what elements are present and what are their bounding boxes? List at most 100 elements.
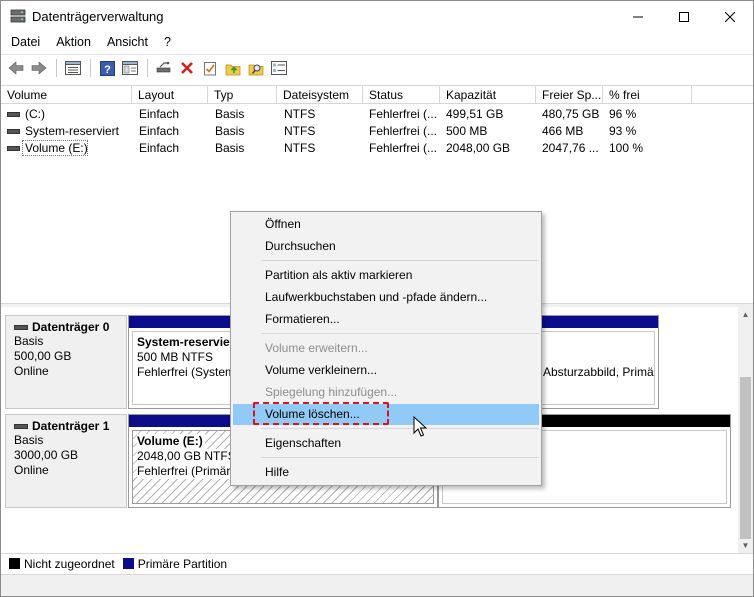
menu-item-durchsuchen[interactable]: Durchsuchen — [233, 236, 539, 257]
disk-label-1[interactable]: Datenträger 1 Basis 3000,00 GB Online — [5, 414, 127, 508]
toolbar: ? — [1, 54, 753, 81]
svg-text:?: ? — [104, 64, 111, 76]
minimize-icon — [633, 16, 643, 17]
menu-datei[interactable]: Datei — [1, 32, 48, 53]
annotation-highlight-box — [253, 402, 389, 425]
properties-list-icon — [65, 61, 81, 75]
menu-separator — [261, 333, 539, 334]
view-button[interactable] — [268, 57, 290, 79]
cell-typ: Basis — [215, 107, 245, 121]
disk-name-text: Datenträger 1 — [32, 419, 110, 433]
column-header-typ[interactable]: Typ — [208, 86, 277, 104]
delete-button[interactable] — [176, 57, 198, 79]
cell-dateisystem: NTFS — [284, 141, 316, 155]
help-button[interactable]: ? — [96, 57, 118, 79]
legend: Nicht zugeordnet Primäre Partition — [1, 553, 753, 573]
cell-volume: (C:) — [25, 107, 45, 121]
volume-icon — [7, 129, 20, 134]
legend-swatch-primary — [122, 558, 134, 569]
column-header-dateisystem[interactable]: Dateisystem — [277, 86, 363, 104]
partition-title: Volume (E:) — [137, 434, 205, 449]
scrollbar-thumb[interactable] — [740, 377, 751, 539]
menu-item-spiegelung-hinzufuegen: Spiegelung hinzufügen... — [265, 385, 398, 399]
disk-state: Online — [14, 463, 49, 477]
cell-status: Fehlerfrei (... — [369, 124, 438, 138]
disk-icon — [14, 423, 28, 429]
checklist-button[interactable] — [199, 57, 221, 79]
connect-disk-button[interactable] — [153, 57, 175, 79]
table-row[interactable]: System-reserviert Einfach Basis NTFS Feh… — [1, 123, 753, 140]
disk-size: 500,00 GB — [14, 349, 72, 363]
back-button[interactable] — [5, 57, 27, 79]
mouse-pointer-icon — [413, 416, 427, 437]
search-folder-icon — [248, 64, 264, 75]
cell-prozent-frei: 96 % — [609, 107, 637, 121]
column-header-status[interactable]: Status — [363, 86, 440, 104]
column-header-kapazitaet[interactable]: Kapazität — [440, 86, 536, 104]
cell-typ: Basis — [215, 141, 245, 155]
cell-dateisystem: NTFS — [284, 124, 316, 138]
cell-status: Fehlerfrei (... — [369, 141, 438, 155]
column-header-prozent-frei[interactable]: % frei — [603, 86, 692, 104]
context-menu: Öffnen Durchsuchen Partition als aktiv m… — [230, 211, 542, 486]
title-bar[interactable]: Datenträgerverwaltung — [1, 1, 753, 32]
column-header-layout[interactable]: Layout — [132, 86, 208, 104]
disk-state: Online — [14, 364, 49, 378]
menu-aktion[interactable]: Aktion — [48, 32, 99, 53]
menu-item-volume-verkleinern[interactable]: Volume verkleinern... — [233, 360, 539, 381]
close-button[interactable] — [707, 1, 753, 32]
scroll-up-arrow-icon[interactable]: ▲ — [738, 307, 753, 322]
view-icon — [271, 61, 287, 75]
connect-disk-icon — [156, 61, 171, 73]
cell-freier-speicher: 480,75 GB — [542, 107, 600, 121]
menu-ansicht[interactable]: Ansicht — [99, 32, 156, 53]
column-header-volume[interactable]: Volume — [1, 86, 132, 104]
menu-separator — [261, 260, 539, 261]
cell-prozent-frei: 100 % — [609, 141, 644, 155]
list-header: Volume Layout Typ Dateisystem Status Kap… — [1, 86, 753, 104]
cell-kapazitaet: 2048,00 GB — [446, 141, 511, 155]
cell-freier-speicher: 2047,76 ... — [542, 141, 599, 155]
column-header-freier-speicher[interactable]: Freier Sp... — [536, 86, 603, 104]
help-icon: ? — [99, 60, 115, 76]
vertical-scrollbar[interactable]: ▲ ▼ — [738, 307, 753, 553]
table-row-selected[interactable]: Volume (E:) Einfach Basis NTFS Fehlerfre… — [1, 140, 753, 157]
console-view-button[interactable] — [119, 57, 141, 79]
menu-item-formatieren[interactable]: Formatieren... — [233, 309, 539, 330]
cell-layout: Einfach — [139, 107, 180, 121]
cell-layout: Einfach — [139, 124, 180, 138]
properties-list-button[interactable] — [62, 57, 84, 79]
legend-swatch-unallocated — [9, 558, 20, 569]
disk-size: 3000,00 GB — [14, 448, 79, 462]
menu-item-volume-erweitern: Volume erweitern... — [265, 341, 368, 355]
cell-typ: Basis — [215, 124, 245, 138]
menu-help[interactable]: ? — [156, 32, 179, 53]
menu-item-eigenschaften[interactable]: Eigenschaften — [233, 433, 539, 454]
search-folder-button[interactable] — [245, 57, 267, 79]
partition-status: Absturzabbild, Primä — [543, 365, 654, 379]
toolbar-separator — [56, 59, 57, 77]
menu-separator — [261, 457, 539, 458]
table-row[interactable]: (C:) Einfach Basis NTFS Fehlerfrei (... … — [1, 106, 753, 123]
forward-button[interactable] — [28, 57, 50, 79]
menu-item-oeffnen[interactable]: Öffnen — [233, 214, 539, 235]
maximize-button[interactable] — [661, 1, 707, 32]
disk-name-text: Datenträger 0 — [32, 320, 110, 334]
console-icon — [122, 61, 138, 75]
cell-status: Fehlerfrei (... — [369, 107, 438, 121]
partition-spacer — [543, 335, 654, 365]
cell-volume: System-reserviert — [25, 124, 120, 138]
menu-item-laufwerkbuchstaben[interactable]: Laufwerkbuchstaben und -pfade ändern... — [233, 287, 539, 308]
disk-label-0[interactable]: Datenträger 0 Basis 500,00 GB Online — [5, 315, 127, 409]
toolbar-separator — [90, 59, 91, 77]
menu-item-partition-aktiv[interactable]: Partition als aktiv markieren — [233, 265, 539, 286]
scroll-down-arrow-icon[interactable]: ▼ — [738, 538, 753, 553]
disk-type: Basis — [14, 433, 44, 447]
disk-name: Datenträger 0 — [14, 320, 126, 334]
folder-up-button[interactable] — [222, 57, 244, 79]
menu-item-hilfe[interactable]: Hilfe — [233, 462, 539, 483]
cell-freier-speicher: 466 MB — [542, 124, 584, 138]
minimize-button[interactable] — [615, 1, 661, 32]
legend-label-unallocated: Nicht zugeordnet — [24, 556, 115, 571]
toolbar-separator — [147, 59, 148, 77]
